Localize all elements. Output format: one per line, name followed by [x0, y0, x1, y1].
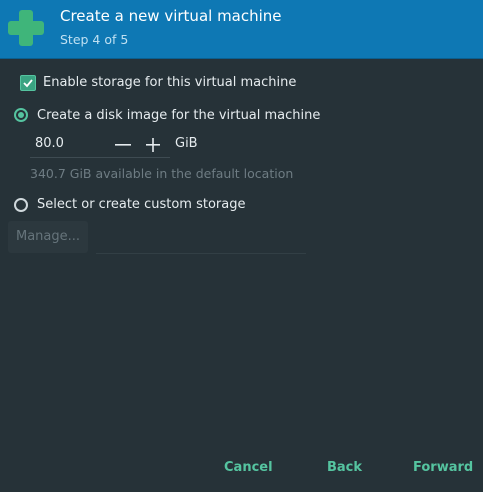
available-space-text: 340.7 GiB available in the default locat… — [30, 166, 294, 181]
checkmark-icon — [23, 79, 33, 88]
custom-storage-radio[interactable] — [14, 198, 28, 212]
forward-button[interactable]: Forward — [413, 460, 473, 475]
disk-size-unit: GiB — [175, 136, 198, 151]
dialog-header: Create a new virtual machine Step 4 of 5 — [0, 0, 483, 59]
disk-image-label: Create a disk image for the virtual mach… — [37, 108, 321, 123]
enable-storage-label: Enable storage for this virtual machine — [43, 75, 297, 90]
step-indicator: Step 4 of 5 — [60, 32, 129, 47]
back-button[interactable]: Back — [327, 460, 362, 475]
plus-small-icon[interactable] — [144, 136, 162, 154]
minus-icon[interactable] — [114, 136, 132, 154]
disk-size-value[interactable]: 80.0 — [35, 136, 64, 151]
disk-image-radio[interactable] — [14, 108, 28, 122]
enable-storage-checkbox[interactable] — [20, 75, 36, 91]
manage-button[interactable]: Manage... — [8, 221, 88, 253]
custom-storage-field[interactable] — [96, 221, 306, 254]
disk-size-stepper[interactable]: 80.0 — [30, 131, 170, 158]
manage-button-label: Manage... — [16, 229, 81, 244]
cancel-button[interactable]: Cancel — [224, 460, 273, 475]
plus-icon — [8, 10, 44, 46]
custom-storage-label: Select or create custom storage — [37, 197, 246, 212]
dialog-title: Create a new virtual machine — [60, 7, 282, 25]
